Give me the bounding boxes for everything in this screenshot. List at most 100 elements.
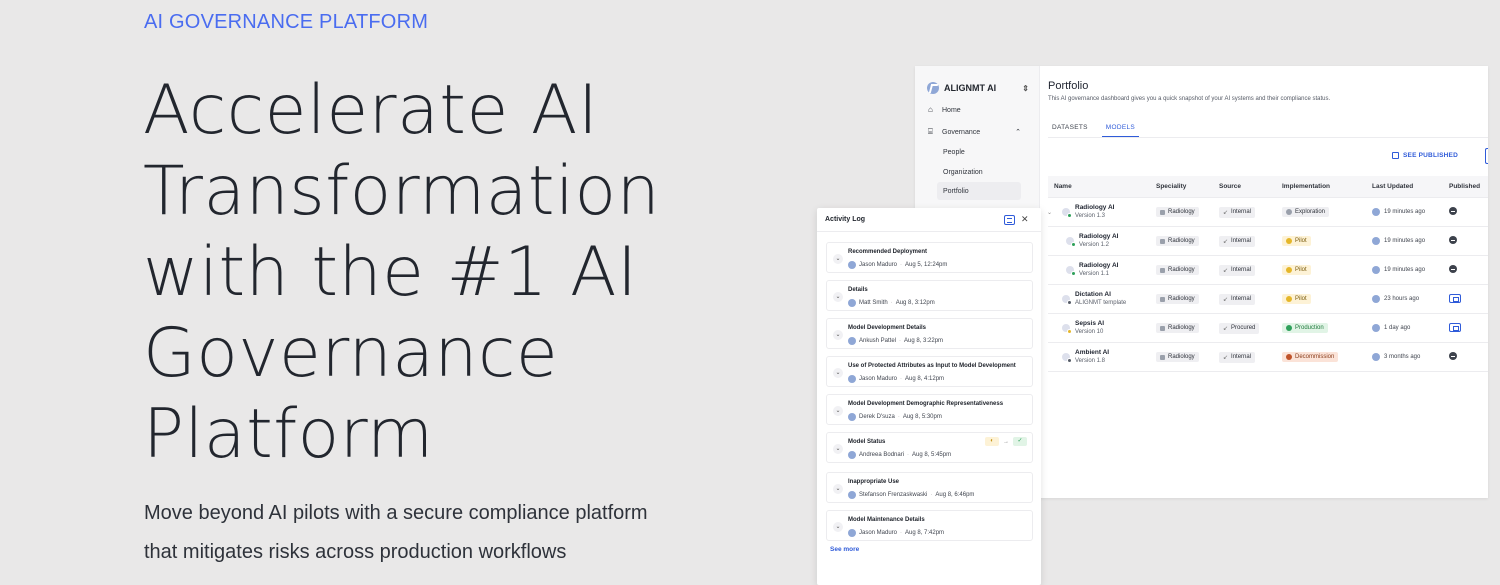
chevron-down-icon[interactable]: ⌄ (833, 406, 843, 416)
implementation-status-icon (1286, 267, 1292, 273)
speciality-badge: Radiology (1156, 352, 1199, 362)
last-updated: 1 day ago (1372, 324, 1449, 332)
model-text: Dictation AI ALIGNMT template (1075, 290, 1126, 308)
column-header-name[interactable]: Name (1048, 183, 1156, 190)
activity-entry[interactable]: ⌄ Model Development Details Ankush Pattel ·… (826, 318, 1033, 349)
table-row[interactable]: Sepsis AI Version 10 Radiology ↙ Procured Pro… (1048, 314, 1488, 343)
chevron-down-icon[interactable]: ⌄ (833, 292, 843, 302)
table-row[interactable]: Ambient AI Version 1.8 Radiology ↙ Internal D… (1048, 343, 1488, 372)
avatar (848, 375, 856, 383)
add-model-button[interactable] (1485, 148, 1488, 164)
model-title[interactable]: Radiology AI (1079, 261, 1118, 270)
sidebar-item-portfolio[interactable]: Portfolio (937, 182, 1021, 200)
chevron-down-icon[interactable]: ⌄ (833, 484, 843, 494)
avatar (848, 337, 856, 345)
grid-icon (1160, 325, 1165, 331)
grid-icon (1160, 238, 1165, 244)
separator: · (900, 376, 903, 382)
activity-entry[interactable]: ⌄ Model Development Demographic Represent… (826, 394, 1033, 425)
see-published-button[interactable]: SEE PUBLISHED (1392, 152, 1458, 159)
published-cell (1449, 293, 1488, 305)
tab-models[interactable]: MODELS (1101, 119, 1140, 137)
sidebar-item-organization[interactable]: Organization (937, 163, 1021, 181)
separator: · (907, 452, 910, 458)
column-header-published[interactable]: Published (1449, 183, 1488, 190)
activity-date: Aug 8, 5:45pm (912, 452, 952, 458)
chevron-down-icon[interactable]: ⌄ (833, 444, 843, 454)
model-name-cell: Sepsis AI Version 10 (1048, 319, 1156, 337)
source-label: Internal (1231, 209, 1252, 215)
activity-entry[interactable]: ⌄ Inappropriate Use Stefanson Frenzaskwask… (826, 472, 1033, 503)
activity-title: Details (848, 287, 868, 293)
tab-bar: DATASETS MODELS (1048, 119, 1488, 138)
separator: · (930, 492, 933, 498)
page-description: This AI governance dashboard gives you a… (1048, 96, 1331, 102)
arrow-icon: ↙ (1223, 209, 1229, 216)
model-title[interactable]: Dictation AI (1075, 290, 1126, 299)
activity-meta: Jason Maduro · Aug 8, 7:42pm (848, 529, 944, 537)
headline-line: Transformation (143, 152, 661, 231)
page-title: Portfolio (1048, 80, 1089, 92)
implementation-status-icon (1286, 325, 1292, 331)
implementation-cell: Decommission (1282, 352, 1372, 362)
activity-entry[interactable]: ⌄ Use of Protected Attributes as Input to… (826, 356, 1033, 387)
unpublished-icon (1449, 352, 1457, 360)
see-more-link[interactable]: See more (830, 546, 859, 553)
avatar (1372, 295, 1380, 303)
publish-edit-icon[interactable] (1449, 293, 1461, 303)
activity-title: Model Development Details (848, 325, 927, 331)
sidebar-item-people[interactable]: People (937, 143, 1021, 161)
model-text: Ambient AI Version 1.8 (1075, 348, 1109, 366)
activity-entry[interactable]: ⌄ Model Status Andreea Bodnari · Aug 8, 5:45… (826, 432, 1033, 463)
activity-title: Use of Protected Attributes as Input to … (848, 363, 1016, 369)
model-title[interactable]: Radiology AI (1079, 232, 1118, 241)
source-cell: ↙ Internal (1219, 206, 1282, 218)
tab-datasets[interactable]: DATASETS (1048, 119, 1092, 137)
chevron-down-icon[interactable]: ⌄ (833, 522, 843, 532)
headline-line: with the #1 AI (143, 233, 638, 312)
model-text: Sepsis AI Version 10 (1075, 319, 1104, 337)
activity-entry[interactable]: ⌄ Model Maintenance Details Jason Maduro · A… (826, 510, 1033, 541)
chevron-down-icon[interactable]: ⌄ (833, 254, 843, 264)
table-row[interactable]: Radiology AI Version 1.2 Radiology ↙ Interna… (1048, 227, 1488, 256)
published-cell (1449, 265, 1488, 275)
column-header-last-updated[interactable]: Last Updated (1372, 183, 1449, 190)
chevron-down-icon[interactable]: ⌄ (833, 330, 843, 340)
model-title[interactable]: Sepsis AI (1075, 319, 1104, 328)
activity-date: Aug 5, 12:24pm (905, 262, 948, 268)
implementation-label: Pilot (1295, 267, 1307, 273)
model-title[interactable]: Ambient AI (1075, 348, 1109, 357)
model-title[interactable]: Radiology AI (1075, 203, 1114, 212)
workspace-switcher[interactable]: ALIGNMT AI ⇕ (927, 76, 1029, 100)
column-header-speciality[interactable]: Speciality (1156, 183, 1219, 190)
model-version: Version 1.3 (1075, 213, 1106, 219)
filter-icon[interactable] (1004, 215, 1015, 225)
table-row[interactable]: Radiology AI Version 1.1 Radiology ↙ Interna… (1048, 256, 1488, 285)
close-icon[interactable]: ✕ (1021, 214, 1029, 225)
sidebar-item-governance[interactable]: ⌸ Governance ⌃ (925, 123, 1021, 141)
last-updated: 3 months ago (1372, 353, 1449, 361)
model-text: Radiology AI Version 1.3 (1075, 203, 1114, 221)
speciality-label: Radiology (1168, 296, 1195, 302)
hero-subline: Move beyond AI pilots with a secure comp… (144, 494, 744, 572)
brand-name: ALIGNMT AI (944, 83, 997, 93)
table-row[interactable]: Dictation AI ALIGNMT template Radiology ↙ In… (1048, 285, 1488, 314)
activity-entry[interactable]: ⌄ Recommended Deployment Jason Maduro · Aug … (826, 242, 1033, 273)
last-updated: 19 minutes ago (1372, 208, 1449, 216)
chevron-up-icon: ⌃ (1015, 129, 1021, 136)
chevron-down-icon[interactable]: ⌄ (1047, 209, 1052, 216)
speciality-label: Radiology (1168, 209, 1195, 215)
column-header-implementation[interactable]: Implementation (1282, 183, 1372, 190)
sidebar-item-home[interactable]: ⌂ Home (925, 101, 1021, 119)
sidebar-item-label: Organization (943, 168, 983, 176)
speciality-badge: Radiology (1156, 236, 1199, 246)
table-row[interactable]: ⌄ Radiology AI Version 1.3 Radiology ↙ Intern… (1047, 198, 1488, 227)
chevron-down-icon[interactable]: ⌄ (833, 368, 843, 378)
speciality-badge: Radiology (1156, 323, 1199, 333)
activity-entry[interactable]: ⌄ Details Matt Smith · Aug 8, 3:12pm (826, 280, 1033, 311)
column-header-source[interactable]: Source (1219, 183, 1282, 190)
publish-edit-icon[interactable] (1449, 322, 1461, 332)
home-icon: ⌂ (928, 105, 933, 114)
activity-date: Aug 8, 4:12pm (905, 376, 945, 382)
activity-title: Recommended Deployment (848, 249, 928, 255)
